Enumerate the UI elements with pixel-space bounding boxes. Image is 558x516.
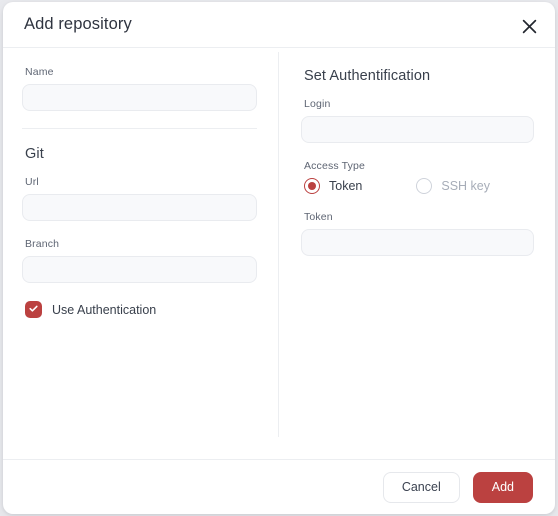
login-input[interactable] (301, 116, 534, 143)
add-repository-dialog: Add repository Name Git Url Branch Use A… (3, 2, 555, 514)
use-authentication-checkbox[interactable]: Use Authentication (25, 301, 156, 318)
url-field-group: Url (22, 176, 257, 221)
checkbox-box (25, 301, 42, 318)
dialog-header: Add repository (3, 2, 555, 48)
radio-dot (308, 182, 316, 190)
branch-field-group: Branch (22, 238, 257, 283)
access-type-group: Access Type Token SSH key (301, 160, 533, 194)
access-type-label: Access Type (304, 160, 365, 172)
login-field-group: Login (301, 98, 534, 143)
branch-input[interactable] (22, 256, 257, 283)
name-label: Name (25, 66, 54, 78)
page-title: Add repository (24, 15, 132, 33)
use-authentication-label: Use Authentication (52, 302, 157, 317)
dialog-body: Name Git Url Branch Use Authentication S… (3, 48, 555, 459)
token-input[interactable] (301, 229, 534, 256)
close-button[interactable] (515, 12, 543, 40)
radio-option-token[interactable]: Token (304, 178, 362, 194)
token-label: Token (304, 211, 333, 223)
access-type-radio-group: Token SSH key (304, 178, 533, 194)
check-icon (28, 301, 39, 319)
authentication-section-heading: Set Authentification (304, 68, 431, 84)
radio-option-ssh-key[interactable]: SSH key (416, 178, 490, 194)
authentication-column: Set Authentification Login Access Type T… (279, 48, 555, 459)
section-divider (22, 128, 257, 129)
branch-label: Branch (25, 238, 60, 250)
radio-ssh-key-label: SSH key (441, 179, 490, 193)
dialog-footer: Cancel Add (3, 459, 555, 514)
radio-token-icon (304, 178, 320, 194)
name-field-group: Name (22, 66, 257, 111)
add-button[interactable]: Add (472, 471, 533, 503)
radio-token-label: Token (329, 179, 363, 193)
close-x-icon (522, 19, 537, 34)
url-label: Url (25, 176, 39, 188)
git-section-heading: Git (25, 146, 44, 162)
login-label: Login (304, 98, 331, 110)
token-field-group: Token (301, 211, 534, 256)
radio-ssh-key-icon (416, 178, 433, 194)
name-input[interactable] (22, 84, 257, 111)
repository-details-column: Name Git Url Branch Use Authentication (3, 48, 279, 459)
cancel-button[interactable]: Cancel (382, 471, 460, 503)
url-input[interactable] (22, 194, 257, 221)
